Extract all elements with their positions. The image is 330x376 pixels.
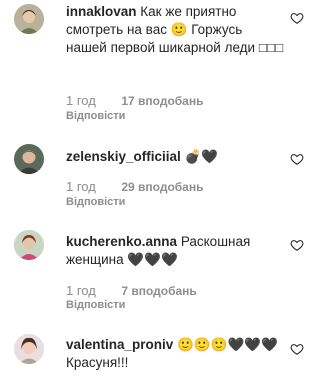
reply-button[interactable]: Відповісти [66, 299, 125, 311]
comment-username[interactable]: kucherenko.anna [66, 234, 177, 249]
comment-likes[interactable]: 7 вподобань [121, 284, 196, 298]
comment-username[interactable]: innaklovan [66, 4, 137, 19]
reply-button[interactable]: Відповісти [66, 196, 125, 208]
comment-text-block: kucherenko.anna Раскошная женщина 🖤🖤🖤 [66, 233, 286, 269]
comment-likes[interactable]: 17 вподобань [121, 94, 203, 108]
reply-button[interactable]: Відповісти [66, 110, 125, 122]
comment-text-block: innaklovan Как же приятно смотреть на ва… [66, 3, 286, 57]
comment-meta: 1 год 7 вподобань [66, 283, 197, 298]
avatar[interactable] [14, 334, 44, 364]
comment-time[interactable]: 1 год [66, 93, 114, 108]
comment-body: 💣🖤 [184, 149, 219, 164]
like-heart-icon[interactable] [290, 238, 304, 252]
comment-username[interactable]: valentina_proniv [66, 337, 173, 352]
comment-meta: 1 год 17 вподобань [66, 93, 203, 108]
comment-text-block: zelenskiy_officiial 💣🖤 [66, 148, 286, 166]
comment-username[interactable]: zelenskiy_officiial [66, 149, 181, 164]
like-heart-icon[interactable] [290, 342, 304, 356]
comment-likes[interactable]: 29 вподобань [121, 180, 203, 194]
avatar[interactable] [14, 4, 44, 34]
like-heart-icon[interactable] [290, 152, 304, 166]
comment-meta: 1 год 29 вподобань [66, 179, 203, 194]
avatar[interactable] [14, 144, 44, 174]
avatar[interactable] [14, 230, 44, 260]
like-heart-icon[interactable] [290, 11, 304, 25]
comment-time[interactable]: 1 год [66, 283, 114, 298]
comment-time[interactable]: 1 год [66, 179, 114, 194]
comment-text-block: valentina_proniv 🙂🙂🙂🖤🖤🖤 Красуня!!! [66, 336, 286, 372]
